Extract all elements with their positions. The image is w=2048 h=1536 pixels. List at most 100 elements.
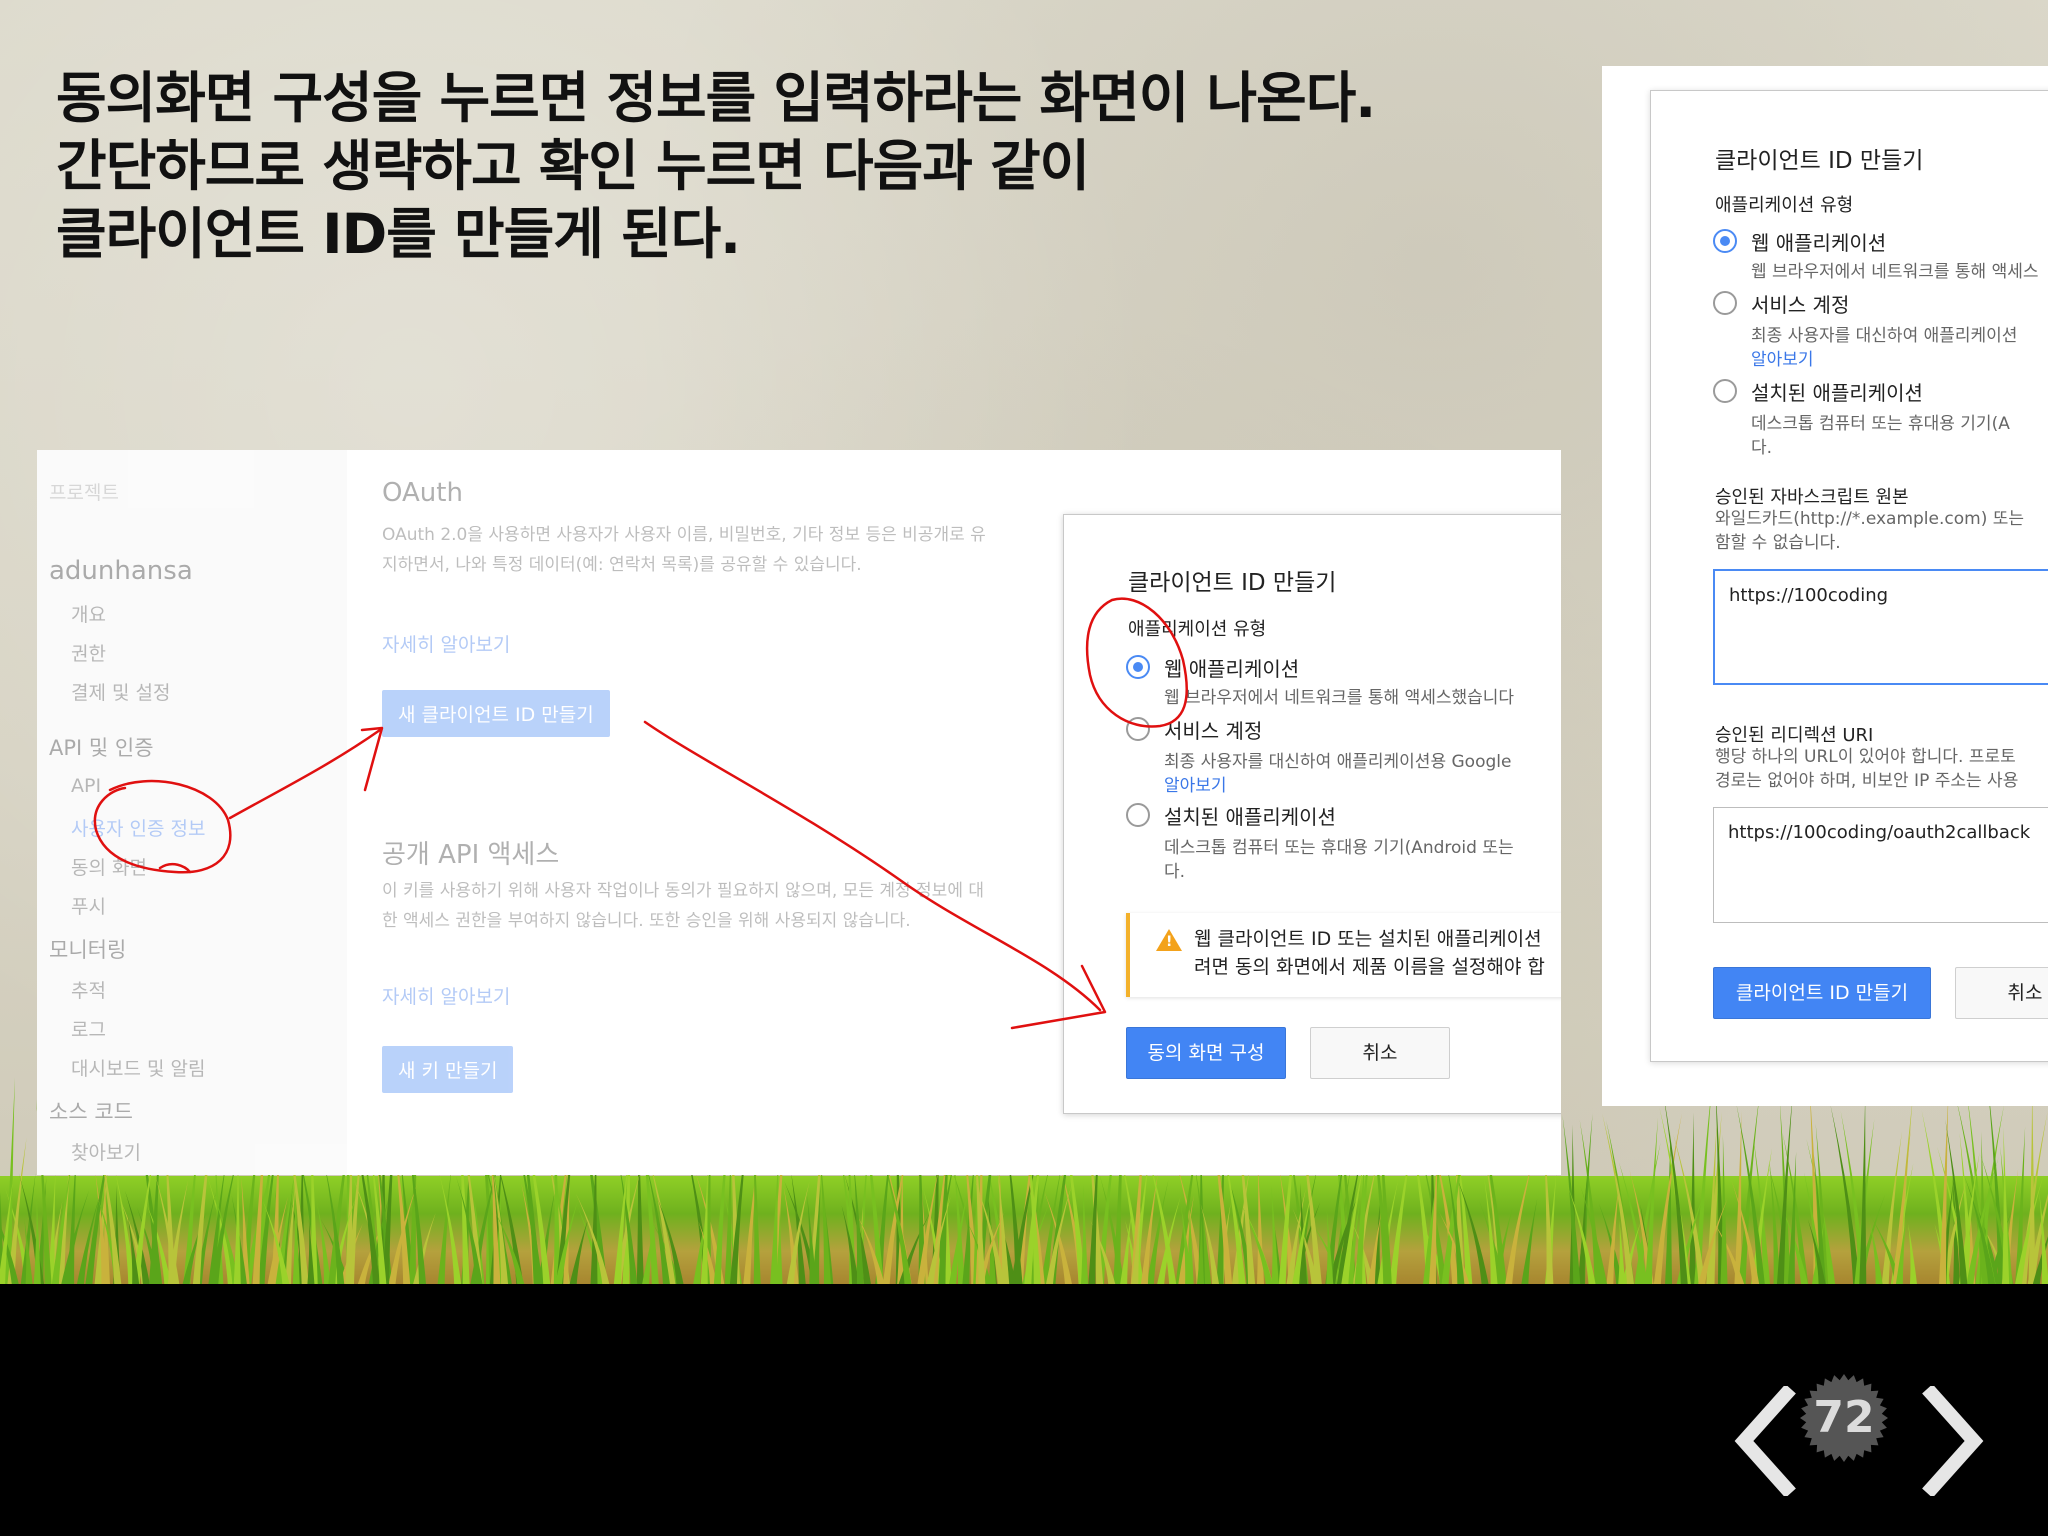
create-client-id-button[interactable]: 클라이언트 ID 만들기 bbox=[1713, 967, 1931, 1019]
grass-blade bbox=[1734, 1111, 1742, 1284]
oauth-learn-more-link[interactable]: 자세히 알아보기 bbox=[382, 630, 510, 657]
title-line: 간단하므로 생략하고 확인 누르면 다음과 같이 bbox=[56, 134, 1090, 198]
radio-installed-app[interactable] bbox=[1126, 803, 1150, 827]
option-web-app-desc: 웹 브라우저에서 네트워크를 통해 액세스 bbox=[1751, 262, 2039, 282]
warning-text: 웹 클라이언트 ID 또는 설치된 애플리케이션 려면 동의 화면에서 제품 이… bbox=[1194, 925, 1545, 981]
warning-triangle-icon: ! bbox=[1156, 929, 1182, 951]
option-installed-app-label[interactable]: 설치된 애플리케이션 bbox=[1164, 801, 1336, 830]
sidebar-item-logs[interactable]: 로그 bbox=[71, 1015, 106, 1042]
grass-blade bbox=[1645, 1117, 1659, 1284]
warning-line: 웹 클라이언트 ID 또는 설치된 애플리케이션 bbox=[1194, 928, 1542, 950]
app-type-label: 애플리케이션 유형 bbox=[1128, 619, 1267, 640]
grass-blade bbox=[18, 1173, 45, 1284]
slide-background: 동의화면 구성을 누르면 정보를 입력하라는 화면이 나온다. 간단하므로 생략… bbox=[0, 0, 2048, 1284]
js-origins-label: 승인된 자바스크립트 원본 bbox=[1715, 487, 1909, 508]
cancel-button[interactable]: 취소 bbox=[1955, 967, 2048, 1019]
console-screenshot: 프로젝트 adunhansa 개요 권한 결제 및 설정 API 및 인증 AP… bbox=[37, 450, 1561, 1175]
sidebar-section-monitoring[interactable]: 모니터링 bbox=[49, 934, 126, 964]
warning-line: 려면 동의 화면에서 제품 이름을 설정해야 합 bbox=[1194, 956, 1545, 978]
radio-installed-app[interactable] bbox=[1713, 379, 1737, 403]
sidebar-item-billing[interactable]: 결제 및 설정 bbox=[71, 678, 170, 705]
oauth-heading: OAuth bbox=[382, 478, 463, 508]
option-service-account-link[interactable]: 알아보기 bbox=[1751, 345, 1814, 370]
radio-service-account[interactable] bbox=[1126, 717, 1150, 741]
option-web-app-label[interactable]: 웹 애플리케이션 bbox=[1164, 653, 1299, 682]
sidebar-section-source[interactable]: 소스 코드 bbox=[49, 1096, 133, 1126]
faded-console-area: 프로젝트 adunhansa 개요 권한 결제 및 설정 API 및 인증 AP… bbox=[37, 450, 1061, 1175]
public-api-heading: 공개 API 액세스 bbox=[382, 840, 560, 870]
grass-blade bbox=[233, 1157, 241, 1284]
js-origins-hint: 함할 수 없습니다. bbox=[1715, 533, 1841, 553]
slide-title: 동의화면 구성을 누르면 정보를 입력하라는 화면이 나온다. 간단하므로 생략… bbox=[56, 64, 1376, 268]
title-line: 클라이언트 ID를 만들게 된다. bbox=[56, 202, 741, 266]
public-api-description: 이 키를 사용하기 위해 사용자 작업이나 동의가 필요하지 않으며, 모든 계… bbox=[382, 881, 985, 931]
new-client-id-button[interactable]: 새 클라이언트 ID 만들기 bbox=[382, 690, 610, 737]
new-key-button[interactable]: 새 키 만들기 bbox=[382, 1046, 514, 1093]
chevron-left-icon[interactable] bbox=[1730, 1386, 1800, 1496]
warning-box: ! 웹 클라이언트 ID 또는 설치된 애플리케이션 려면 동의 화면에서 제품… bbox=[1126, 913, 1561, 997]
grass-blade bbox=[2002, 1127, 2010, 1284]
grass-blade bbox=[1830, 1103, 1861, 1284]
chevron-right-icon[interactable] bbox=[1918, 1386, 1988, 1496]
grass-blade bbox=[1521, 1198, 1538, 1284]
redirect-uri-hint: 행당 하나의 URL이 있어야 합니다. 프로토 bbox=[1715, 747, 2016, 767]
sidebar-item-credentials[interactable]: 사용자 인증 정보 bbox=[71, 814, 205, 841]
cancel-button[interactable]: 취소 bbox=[1310, 1027, 1450, 1079]
option-service-account-link[interactable]: 알아보기 bbox=[1164, 771, 1227, 796]
option-installed-app-desc: 데스크톱 컴퓨터 또는 휴대용 기기(Android 또는 bbox=[1164, 838, 1514, 858]
sidebar: 프로젝트 adunhansa 개요 권한 결제 및 설정 API 및 인증 AP… bbox=[37, 450, 347, 1175]
create-client-id-dialog-right: 클라이언트 ID 만들기 애플리케이션 유형 웹 애플리케이션 웹 브라우저에서… bbox=[1650, 90, 2048, 1062]
js-origins-textarea[interactable]: https://100coding bbox=[1713, 569, 2048, 685]
radio-web-app[interactable] bbox=[1126, 655, 1150, 679]
dialog-title: 클라이언트 ID 만들기 bbox=[1715, 148, 1924, 174]
js-origins-hint: 와일드카드(http://*.example.com) 또는 bbox=[1715, 509, 2025, 529]
radio-service-account[interactable] bbox=[1713, 291, 1737, 315]
sidebar-project-label: 프로젝트 bbox=[49, 482, 119, 504]
option-installed-app-label[interactable]: 설치된 애플리케이션 bbox=[1751, 377, 1923, 406]
grass-blade bbox=[1120, 1210, 1132, 1284]
sidebar-item-browse[interactable]: 찾아보기 bbox=[71, 1138, 141, 1165]
grass-blade bbox=[1081, 1184, 1089, 1284]
oauth-section: OAuth OAuth 2.0을 사용하면 사용자가 사용자 이름, 비밀번호,… bbox=[382, 450, 1022, 1175]
sidebar-item-trace[interactable]: 추적 bbox=[71, 976, 106, 1003]
sidebar-item-permissions[interactable]: 권한 bbox=[71, 639, 106, 666]
redirect-uri-textarea[interactable]: https://100coding/oauth2callback bbox=[1713, 807, 2048, 923]
right-screenshot: 클라이언트 ID 만들기 애플리케이션 유형 웹 애플리케이션 웹 브라우저에서… bbox=[1602, 66, 2048, 1106]
option-web-app-desc: 웹 브라우저에서 네트워크를 통해 액세스했습니다 bbox=[1164, 688, 1515, 708]
sidebar-item-overview[interactable]: 개요 bbox=[71, 600, 106, 627]
option-service-account-desc: 최종 사용자를 대신하여 애플리케이션 bbox=[1751, 326, 2018, 346]
grass-blade bbox=[1140, 1172, 1159, 1284]
sidebar-item-consent-screen[interactable]: 동의 화면 bbox=[71, 853, 147, 880]
option-service-account-label[interactable]: 서비스 계정 bbox=[1164, 715, 1262, 744]
sidebar-section-api[interactable]: API 및 인증 bbox=[49, 732, 154, 762]
grass-blade bbox=[1688, 1112, 1696, 1284]
app-type-label: 애플리케이션 유형 bbox=[1715, 195, 1854, 216]
grass-blade bbox=[1869, 1219, 1883, 1284]
radio-web-app[interactable] bbox=[1713, 229, 1737, 253]
slide-footer: 72 bbox=[0, 1284, 2048, 1536]
public-api-learn-more-link[interactable]: 자세히 알아보기 bbox=[382, 982, 510, 1009]
option-web-app-label[interactable]: 웹 애플리케이션 bbox=[1751, 227, 1886, 256]
sidebar-item-push[interactable]: 푸시 bbox=[71, 892, 106, 919]
redirect-uri-hint: 경로는 없어야 하며, 비보안 IP 주소는 사용 bbox=[1715, 771, 2019, 791]
grass-blade bbox=[1908, 1223, 1917, 1284]
sidebar-item-dashboard[interactable]: 대시보드 및 알림 bbox=[71, 1054, 205, 1081]
title-line: 동의화면 구성을 누르면 정보를 입력하라는 화면이 나온다. bbox=[56, 66, 1376, 130]
create-client-id-dialog: 클라이언트 ID 만들기 애플리케이션 유형 웹 애플리케이션 웹 브라우저에서… bbox=[1063, 514, 1561, 1114]
oauth-description: OAuth 2.0을 사용하면 사용자가 사용자 이름, 비밀번호, 기타 정보… bbox=[382, 525, 986, 575]
option-installed-app-desc: 데스크톱 컴퓨터 또는 휴대용 기기(A bbox=[1751, 414, 2010, 434]
redirect-uri-label: 승인된 리디렉션 URI bbox=[1715, 725, 1874, 746]
configure-consent-screen-button[interactable]: 동의 화면 구성 bbox=[1126, 1027, 1286, 1079]
option-installed-app-desc2: 다. bbox=[1164, 862, 1186, 882]
dialog-title: 클라이언트 ID 만들기 bbox=[1128, 570, 1337, 596]
grass-blade bbox=[1659, 1107, 1691, 1284]
page-number: 72 bbox=[1813, 1392, 1875, 1443]
sidebar-item-api[interactable]: API bbox=[71, 775, 101, 797]
option-service-account-desc: 최종 사용자를 대신하여 애플리케이션용 Google bbox=[1164, 752, 1512, 772]
option-installed-app-desc2: 다. bbox=[1751, 438, 1773, 458]
grass-blade bbox=[1662, 1088, 1688, 1284]
grass-blade bbox=[569, 1217, 589, 1284]
option-service-account-label[interactable]: 서비스 계정 bbox=[1751, 289, 1849, 318]
grass-blade bbox=[1271, 1185, 1279, 1284]
sidebar-project-name[interactable]: adunhansa bbox=[49, 556, 193, 586]
